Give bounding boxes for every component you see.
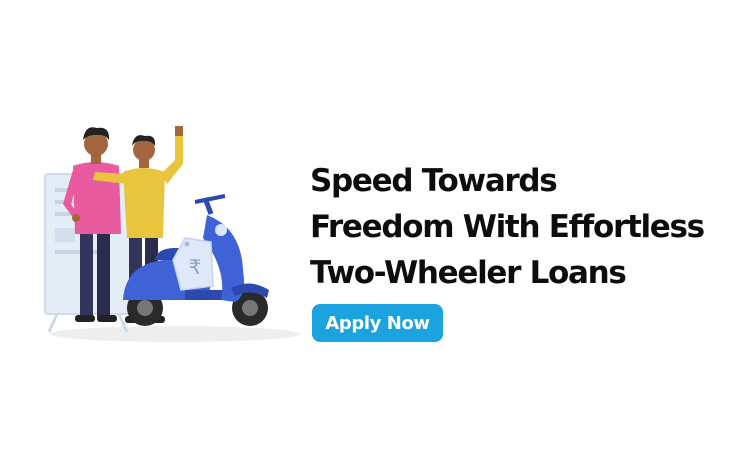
- two-wheeler-illustration: ₹: [44, 126, 300, 342]
- loan-banner: ₹ Speed Towards Freedom With Effortless …: [0, 0, 730, 450]
- headline-line-3: Two-Wheeler Loans: [310, 255, 627, 291]
- headline-line-2: Freedom With Effortless: [310, 209, 705, 245]
- rupee-symbol: ₹: [189, 255, 202, 279]
- headline-line-1: Speed Towards: [310, 163, 558, 199]
- rupee-tag-icon: ₹: [172, 237, 214, 291]
- apply-now-button[interactable]: Apply Now: [312, 304, 443, 342]
- banner-headline: Speed Towards Freedom With Effortless Tw…: [310, 158, 705, 296]
